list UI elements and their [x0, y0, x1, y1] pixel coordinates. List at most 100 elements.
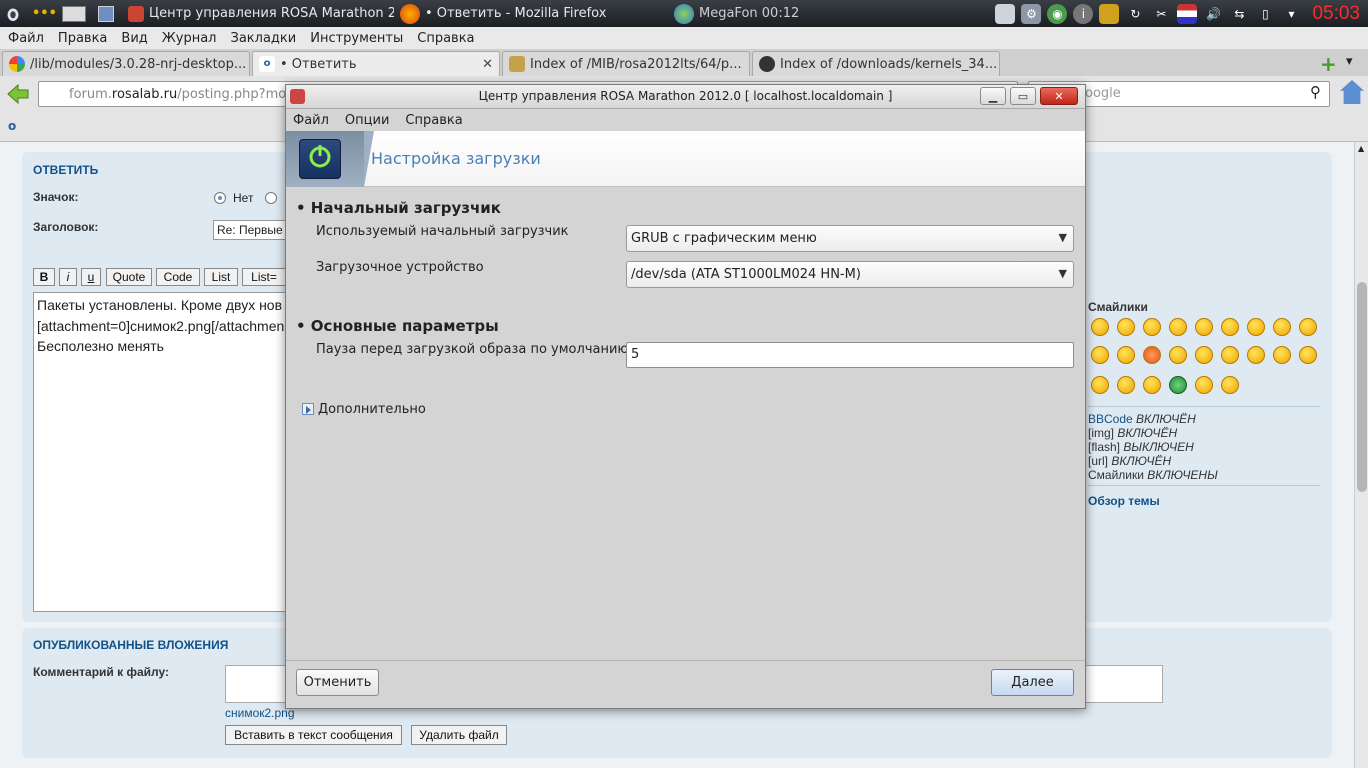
menu-edit[interactable]: Правка: [58, 31, 107, 46]
smiley[interactable]: [1273, 346, 1291, 364]
dialog-titlebar[interactable]: Центр управления ROSA Marathon 2012.0 [ …: [286, 85, 1085, 109]
smiley[interactable]: [1195, 318, 1213, 336]
bootloader-select[interactable]: GRUB с графическим меню ▼: [626, 225, 1074, 252]
dots-icon[interactable]: •••: [26, 0, 56, 27]
topic-review-link[interactable]: Обзор темы: [1088, 494, 1160, 508]
underline-button[interactable]: u: [81, 268, 101, 286]
smiley[interactable]: [1169, 346, 1187, 364]
search-icon[interactable]: ⚲: [1310, 83, 1321, 101]
close-button[interactable]: ✕: [1040, 87, 1078, 105]
code-button[interactable]: Code: [156, 268, 200, 286]
back-arrow-icon[interactable]: [6, 82, 30, 106]
volume-icon[interactable]: 🔊: [1203, 4, 1223, 24]
info-icon[interactable]: i: [1073, 3, 1094, 24]
smiley[interactable]: [1169, 376, 1187, 394]
smiley[interactable]: [1091, 346, 1109, 364]
smiley[interactable]: [1195, 376, 1213, 394]
smiley[interactable]: [1169, 318, 1187, 336]
icon-radio-other[interactable]: [265, 192, 277, 204]
message-textarea[interactable]: Пакеты установлены. Кроме двух нов [atta…: [33, 292, 289, 612]
tab-index-downloads[interactable]: Index of /downloads/kernels_34... ✕: [752, 51, 1000, 76]
clipboard-icon[interactable]: [1099, 3, 1120, 24]
menu-file[interactable]: Файл: [8, 31, 44, 46]
close-icon[interactable]: ✕: [476, 57, 493, 72]
task-firefox[interactable]: • Ответить - Mozilla Firefox: [394, 0, 668, 27]
smiley[interactable]: [1143, 376, 1161, 394]
smiley[interactable]: [1143, 346, 1161, 364]
smiley[interactable]: [1299, 346, 1317, 364]
drive-icon[interactable]: [995, 3, 1016, 24]
network-icon[interactable]: ⇆: [1229, 4, 1249, 24]
smiley[interactable]: [1299, 318, 1317, 336]
cancel-button[interactable]: Отменить: [296, 669, 379, 696]
task-control-center[interactable]: Центр управления ROSA Marathon 20: [122, 0, 394, 27]
close-icon[interactable]: ✕: [246, 57, 249, 72]
smiley[interactable]: [1195, 346, 1213, 364]
smiley[interactable]: [1117, 318, 1135, 336]
tab-index-mib[interactable]: Index of /MIB/rosa2012lts/64/p... ✕: [502, 51, 750, 76]
globe-tray-icon[interactable]: ◉: [1047, 3, 1068, 24]
list-numbered-button[interactable]: List=: [242, 268, 286, 286]
scissors-icon[interactable]: ✂: [1151, 4, 1171, 24]
clock[interactable]: 05:03: [1304, 3, 1368, 25]
task-network[interactable]: MegaFon 00:12: [668, 0, 938, 27]
scroll-thumb[interactable]: [1357, 282, 1367, 492]
menu-history[interactable]: Журнал: [162, 31, 217, 46]
bbcode-link[interactable]: BBCode: [1088, 412, 1133, 426]
tab-reply[interactable]: o • Ответить ✕: [252, 51, 500, 76]
smiley[interactable]: [1091, 376, 1109, 394]
subject-label: Заголовок:: [33, 220, 99, 234]
insert-into-message-button[interactable]: Вставить в текст сообщения: [225, 725, 402, 745]
minimize-button[interactable]: ▁: [980, 87, 1006, 105]
delay-input[interactable]: 5: [626, 342, 1074, 368]
smiley[interactable]: [1221, 376, 1239, 394]
dialog-menu-options[interactable]: Опции: [345, 113, 389, 128]
smiley[interactable]: [1247, 318, 1265, 336]
smiley[interactable]: [1091, 318, 1109, 336]
refresh-icon[interactable]: ↻: [1125, 4, 1145, 24]
smiley[interactable]: [1143, 318, 1161, 336]
next-button[interactable]: Далее: [991, 669, 1074, 696]
menu-view[interactable]: Вид: [121, 31, 147, 46]
bookmark-rosa-icon[interactable]: o: [8, 119, 16, 133]
delete-file-button[interactable]: Удалить файл: [411, 725, 507, 745]
desktop-icon[interactable]: [56, 0, 92, 27]
dialog-menu-help[interactable]: Справка: [405, 113, 462, 128]
close-icon[interactable]: ✕: [997, 57, 999, 72]
italic-button[interactable]: i: [59, 268, 77, 286]
smiley[interactable]: [1221, 318, 1239, 336]
menu-bookmarks[interactable]: Закладки: [231, 31, 297, 46]
menu-tools[interactable]: Инструменты: [310, 31, 403, 46]
page-scrollbar[interactable]: ▲: [1354, 142, 1368, 768]
advanced-expander[interactable]: Дополнительно: [318, 402, 426, 417]
battery-icon[interactable]: ▯: [1255, 4, 1275, 24]
smiley[interactable]: [1273, 318, 1291, 336]
quote-button[interactable]: Quote: [106, 268, 152, 286]
chevron-down-icon[interactable]: ▾: [1281, 4, 1301, 24]
bold-button[interactable]: B: [33, 268, 55, 286]
scroll-up-icon[interactable]: ▲: [1358, 144, 1364, 153]
icon-radio-none[interactable]: [214, 192, 226, 204]
section-bootloader: • Начальный загрузчик: [296, 199, 501, 217]
home-icon[interactable]: [1340, 80, 1364, 104]
search-placeholder: oogle: [1085, 86, 1121, 101]
smiley[interactable]: [1247, 346, 1265, 364]
rosa-menu-button[interactable]: [0, 0, 26, 27]
maximize-button[interactable]: ▭: [1010, 87, 1036, 105]
list-button[interactable]: List: [204, 268, 238, 286]
tab-lib-modules[interactable]: /lib/modules/3.0.28-nrj-desktop... ✕: [2, 51, 250, 76]
menu-help[interactable]: Справка: [417, 31, 474, 46]
expander-arrow-icon[interactable]: [302, 403, 314, 415]
close-icon[interactable]: ✕: [742, 57, 749, 72]
files-icon[interactable]: [92, 0, 122, 27]
smiley[interactable]: [1117, 376, 1135, 394]
subject-input[interactable]: Re: Первые: [213, 220, 293, 240]
smiley[interactable]: [1117, 346, 1135, 364]
settings-icon[interactable]: ⚙: [1021, 3, 1042, 24]
smiley[interactable]: [1221, 346, 1239, 364]
keyboard-layout-icon[interactable]: [1177, 3, 1198, 24]
boot-device-select[interactable]: /dev/sda (ATA ST1000LM024 HN-M) ▼: [626, 261, 1074, 288]
dialog-menu-file[interactable]: Файл: [293, 113, 329, 128]
new-tab-button[interactable]: +: [1320, 52, 1337, 76]
list-tabs-icon[interactable]: ▾: [1346, 54, 1353, 69]
